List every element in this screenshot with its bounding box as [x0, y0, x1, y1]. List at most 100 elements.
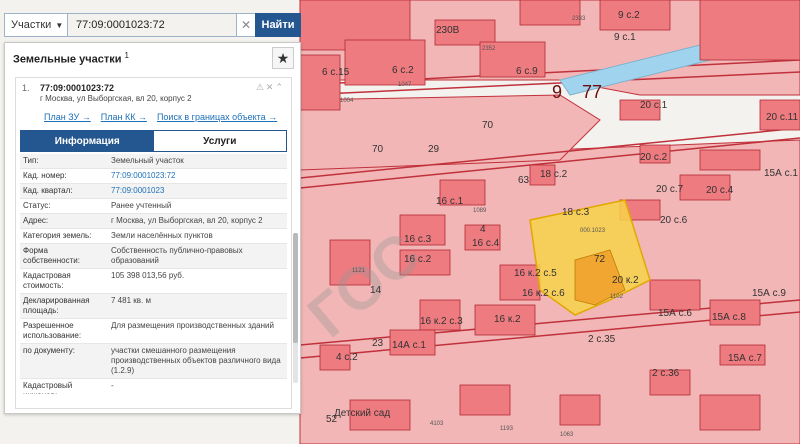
map-label: 16 с.4	[472, 238, 500, 249]
map-label: 63	[518, 175, 530, 186]
map-label: 1089	[473, 208, 487, 214]
link-plan-zu[interactable]: План ЗУ →	[44, 112, 91, 124]
map-label: 9 с.1	[614, 32, 636, 43]
panel-header: Земельные участки 1 ★	[5, 43, 300, 73]
result-cadastral-id[interactable]: 77:09:0001023:72	[40, 83, 114, 93]
map-label: 15А с.7	[728, 353, 762, 364]
link-search-in-bounds[interactable]: Поиск в границах объекта →	[157, 112, 277, 124]
map-label: 9	[552, 82, 562, 102]
building	[699, 149, 761, 171]
info-table: Тип: Земельный участок Кад. номер: 77:09:00…	[20, 154, 287, 394]
map-label: 29	[428, 144, 440, 155]
map-label: 230В	[436, 25, 460, 36]
table-row: по документу: участки смешанного размещен…	[20, 344, 287, 379]
table-row: Тип: Земельный участок	[20, 154, 287, 169]
result-card[interactable]: 1. 77:09:0001023:72 г Москва, ул Выборгс…	[15, 77, 292, 409]
row-key: Кад. квартал:	[23, 186, 73, 195]
star-icon[interactable]: ★	[272, 47, 294, 69]
map-label: 18 с.3	[562, 207, 590, 218]
parcel	[299, 94, 601, 171]
map-label: 4103	[430, 421, 444, 427]
result-header: 1. 77:09:0001023:72 г Москва, ул Выборгс…	[16, 78, 291, 112]
row-value: Для размещения производственных зданий	[111, 321, 274, 330]
map-label: 1004	[340, 98, 354, 104]
map-label: 20 с.2	[640, 152, 668, 163]
row-value: Земельный участок	[111, 156, 184, 165]
row-value: 7 481 кв. м	[111, 296, 151, 305]
row-key: Категория земель:	[23, 231, 92, 240]
table-row: Статус: Ранее учтенный	[20, 199, 287, 214]
table-row: Форма собственности: Собственность публич…	[20, 244, 287, 269]
map-label: 20 с.11	[766, 112, 798, 123]
map-label: 16 с.2	[404, 254, 432, 265]
row-key: Статус:	[23, 201, 51, 210]
map-label: 15А с.1	[764, 168, 798, 179]
table-row: Кадастровый инженер: -	[20, 379, 287, 394]
map-label: 15А с.8	[712, 312, 746, 323]
map-label: 15А с.9	[752, 288, 786, 299]
search-type-select[interactable]: Участки ▼	[4, 13, 68, 37]
map-label: 6 с.9	[516, 66, 538, 77]
row-key: по документу:	[23, 346, 75, 355]
result-links: План ЗУ → План КК → Поиск в границах объ…	[16, 112, 291, 124]
building	[699, 394, 761, 431]
map-label: 2 с.36	[652, 368, 680, 379]
map-label: 20 к.2	[612, 275, 639, 286]
map-label: 20 с.6	[660, 215, 688, 226]
table-row: Декларированная площадь: 7 481 кв. м	[20, 294, 287, 319]
map-label: 6 с.2	[392, 65, 414, 76]
map-label: Детский сад	[334, 408, 390, 419]
map-label: 9 с.2	[618, 10, 640, 21]
panel-title: Земельные участки 1	[13, 50, 129, 66]
map-label: 77	[582, 82, 602, 102]
row-key: Кадастровый инженер:	[23, 381, 73, 394]
table-row: Кад. номер: 77:09:0001023:72	[20, 169, 287, 184]
row-value: Земли населённых пунктов	[111, 231, 213, 240]
row-value: г Москва, ул Выборгская, вл 20, корпус 2	[111, 216, 263, 225]
tab-info[interactable]: Информация	[21, 131, 154, 151]
row-value: Собственность публично-правовых образова…	[111, 246, 243, 265]
find-button[interactable]: Найти	[255, 13, 301, 37]
row-key: Декларированная площадь:	[23, 296, 90, 315]
building	[519, 0, 581, 26]
map-label: 2333	[572, 16, 586, 22]
building	[699, 0, 800, 61]
tabs: Информация Услуги	[20, 130, 287, 152]
row-key: Кадастровая стоимость:	[23, 271, 71, 290]
link-plan-kk[interactable]: План КК →	[101, 112, 147, 124]
map-label: 1193	[500, 426, 514, 432]
map-label: 4	[480, 224, 486, 235]
building	[649, 279, 701, 311]
map-label: 16 к.2 с.5	[514, 268, 557, 279]
map-label: 16 к.2 с.3	[420, 316, 463, 327]
close-icon[interactable]: ✕	[237, 13, 255, 37]
scrollbar-thumb[interactable]	[293, 233, 298, 343]
map-label: 2 с.35	[588, 334, 616, 345]
map-label: 16 к.2 с.6	[522, 288, 565, 299]
map-label: 14	[370, 285, 382, 296]
map-label: 20 с.7	[656, 184, 684, 195]
result-address: г Москва, ул Выборгская, вл 20, корпус 2	[40, 94, 192, 103]
map-label: 4 с.2	[336, 352, 358, 363]
row-value[interactable]: 77:09:0001023	[108, 184, 287, 198]
table-row: Категория земель: Земли населённых пункто…	[20, 229, 287, 244]
search-input[interactable]: 77:09:0001023:72	[68, 13, 237, 37]
row-key: Тип:	[23, 156, 39, 165]
tab-services[interactable]: Услуги	[153, 131, 286, 151]
map-label: 20 с.1	[640, 100, 668, 111]
map-label: 1102	[610, 294, 624, 300]
row-key: Адрес:	[23, 216, 49, 225]
row-key: Кад. номер:	[23, 171, 67, 180]
scrollbar[interactable]	[293, 233, 298, 383]
row-value[interactable]: 77:09:0001023:72	[108, 169, 287, 183]
building	[559, 394, 601, 426]
row-value: -	[111, 381, 114, 390]
map-label: 1121	[352, 268, 366, 274]
building	[299, 54, 341, 111]
map-label: 6 с.15	[322, 67, 350, 78]
building	[459, 384, 511, 416]
row-value: участки смешанного размещения производст…	[111, 346, 281, 375]
building	[344, 39, 426, 86]
row-value: Ранее учтенный	[111, 201, 172, 210]
row-value: 105 398 013,56 руб.	[111, 271, 185, 280]
